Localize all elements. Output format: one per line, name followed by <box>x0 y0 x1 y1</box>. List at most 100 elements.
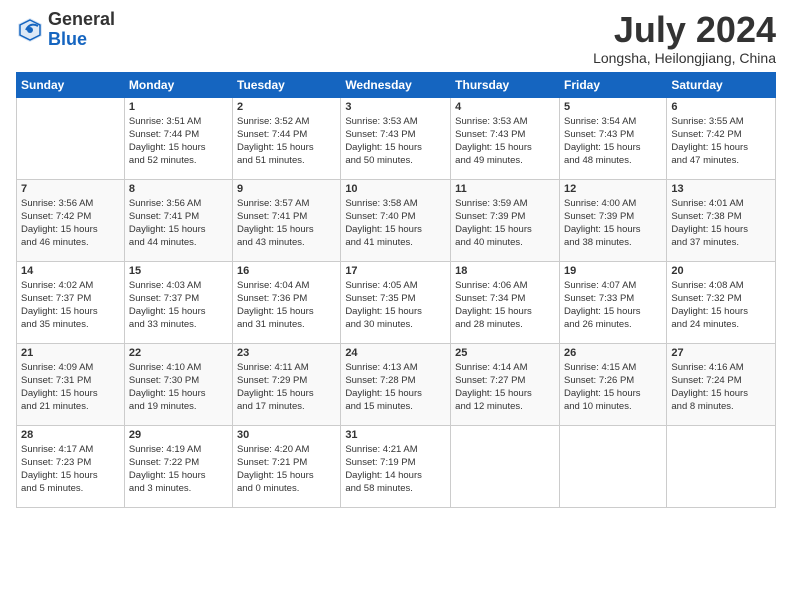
day-cell: 7 Sunrise: 3:56 AMSunset: 7:42 PMDaylight… <box>17 179 125 261</box>
day-number: 3 <box>345 101 446 113</box>
day-number: 24 <box>345 347 446 359</box>
day-cell: 25Sunrise: 4:14 AMSunset: 7:27 PMDayligh… <box>451 343 560 425</box>
day-number: 5 <box>564 101 662 113</box>
day-cell: 3 Sunrise: 3:53 AMSunset: 7:43 PMDaylight… <box>341 97 451 179</box>
cell-info: Sunrise: 4:19 AMSunset: 7:22 PMDaylight:… <box>129 443 228 496</box>
cell-info: Sunrise: 4:01 AMSunset: 7:38 PMDaylight:… <box>671 197 771 250</box>
header-cell-friday: Friday <box>559 72 666 97</box>
cell-info: Sunrise: 4:21 AMSunset: 7:19 PMDaylight:… <box>345 443 446 496</box>
week-row-5: 28 Sunrise: 4:17 AMSunset: 7:23 PMDayligh… <box>17 425 776 507</box>
cell-info: Sunrise: 4:09 AMSunset: 7:31 PMDaylight:… <box>21 361 120 414</box>
day-number: 28 <box>21 429 120 441</box>
day-number: 12 <box>564 183 662 195</box>
day-number: 2 <box>237 101 336 113</box>
day-cell: 23 Sunrise: 4:11 AMSunset: 7:29 PMDayligh… <box>233 343 341 425</box>
page: General Blue July 2024 Longsha, Heilongj… <box>0 0 792 612</box>
day-cell: 15 Sunrise: 4:03 AMSunset: 7:37 PMDayligh… <box>124 261 232 343</box>
day-number: 15 <box>129 265 228 277</box>
cell-info: Sunrise: 4:11 AMSunset: 7:29 PMDaylight:… <box>237 361 336 414</box>
day-cell <box>667 425 776 507</box>
day-number: 7 <box>21 183 120 195</box>
cell-info: Sunrise: 4:10 AMSunset: 7:30 PMDaylight:… <box>129 361 228 414</box>
cell-info: Sunrise: 4:00 AMSunset: 7:39 PMDaylight:… <box>564 197 662 250</box>
cell-info: Sunrise: 4:13 AMSunset: 7:28 PMDaylight:… <box>345 361 446 414</box>
cell-info: Sunrise: 4:15 AMSunset: 7:26 PMDaylight:… <box>564 361 662 414</box>
cell-info: Sunrise: 3:54 AMSunset: 7:43 PMDaylight:… <box>564 115 662 168</box>
cell-info: Sunrise: 3:59 AMSunset: 7:39 PMDaylight:… <box>455 197 555 250</box>
day-cell: 27Sunrise: 4:16 AMSunset: 7:24 PMDayligh… <box>667 343 776 425</box>
cell-info: Sunrise: 4:04 AMSunset: 7:36 PMDaylight:… <box>237 279 336 332</box>
day-cell: 19Sunrise: 4:07 AMSunset: 7:33 PMDayligh… <box>559 261 666 343</box>
day-number: 1 <box>129 101 228 113</box>
day-number: 23 <box>237 347 336 359</box>
day-number: 9 <box>237 183 336 195</box>
day-number: 8 <box>129 183 228 195</box>
day-cell: 28 Sunrise: 4:17 AMSunset: 7:23 PMDayligh… <box>17 425 125 507</box>
day-number: 13 <box>671 183 771 195</box>
day-number: 25 <box>455 347 555 359</box>
cell-info: Sunrise: 4:20 AMSunset: 7:21 PMDaylight:… <box>237 443 336 496</box>
week-row-3: 14Sunrise: 4:02 AMSunset: 7:37 PMDayligh… <box>17 261 776 343</box>
header-cell-monday: Monday <box>124 72 232 97</box>
header-cell-wednesday: Wednesday <box>341 72 451 97</box>
header-row: SundayMondayTuesdayWednesdayThursdayFrid… <box>17 72 776 97</box>
day-cell: 22 Sunrise: 4:10 AMSunset: 7:30 PMDayligh… <box>124 343 232 425</box>
header-cell-sunday: Sunday <box>17 72 125 97</box>
cell-info: Sunrise: 3:58 AMSunset: 7:40 PMDaylight:… <box>345 197 446 250</box>
cell-info: Sunrise: 4:06 AMSunset: 7:34 PMDaylight:… <box>455 279 555 332</box>
day-cell: 13 Sunrise: 4:01 AMSunset: 7:38 PMDayligh… <box>667 179 776 261</box>
day-cell: 18 Sunrise: 4:06 AMSunset: 7:34 PMDayligh… <box>451 261 560 343</box>
day-number: 16 <box>237 265 336 277</box>
cell-info: Sunrise: 3:52 AMSunset: 7:44 PMDaylight:… <box>237 115 336 168</box>
day-number: 26 <box>564 347 662 359</box>
title-block: July 2024 Longsha, Heilongjiang, China <box>593 10 776 66</box>
cell-info: Sunrise: 3:56 AMSunset: 7:42 PMDaylight:… <box>21 197 120 250</box>
day-number: 19 <box>564 265 662 277</box>
cell-info: Sunrise: 3:51 AMSunset: 7:44 PMDaylight:… <box>129 115 228 168</box>
cell-info: Sunrise: 4:02 AMSunset: 7:37 PMDaylight:… <box>21 279 120 332</box>
month-title: July 2024 <box>593 10 776 50</box>
day-cell <box>559 425 666 507</box>
cell-info: Sunrise: 4:05 AMSunset: 7:35 PMDaylight:… <box>345 279 446 332</box>
cell-info: Sunrise: 3:56 AMSunset: 7:41 PMDaylight:… <box>129 197 228 250</box>
day-cell: 12 Sunrise: 4:00 AMSunset: 7:39 PMDayligh… <box>559 179 666 261</box>
day-cell: 4 Sunrise: 3:53 AMSunset: 7:43 PMDaylight… <box>451 97 560 179</box>
cell-info: Sunrise: 4:16 AMSunset: 7:24 PMDaylight:… <box>671 361 771 414</box>
logo-general: General <box>48 9 115 29</box>
logo-blue: Blue <box>48 29 87 49</box>
day-cell: 26 Sunrise: 4:15 AMSunset: 7:26 PMDayligh… <box>559 343 666 425</box>
cell-info: Sunrise: 4:17 AMSunset: 7:23 PMDaylight:… <box>21 443 120 496</box>
day-cell <box>451 425 560 507</box>
logo-icon <box>16 16 44 44</box>
cell-info: Sunrise: 3:57 AMSunset: 7:41 PMDaylight:… <box>237 197 336 250</box>
cell-info: Sunrise: 4:03 AMSunset: 7:37 PMDaylight:… <box>129 279 228 332</box>
cell-info: Sunrise: 3:53 AMSunset: 7:43 PMDaylight:… <box>455 115 555 168</box>
day-cell: 14Sunrise: 4:02 AMSunset: 7:37 PMDayligh… <box>17 261 125 343</box>
day-number: 22 <box>129 347 228 359</box>
day-cell: 24 Sunrise: 4:13 AMSunset: 7:28 PMDayligh… <box>341 343 451 425</box>
day-number: 30 <box>237 429 336 441</box>
day-cell: 10Sunrise: 3:58 AMSunset: 7:40 PMDayligh… <box>341 179 451 261</box>
day-number: 4 <box>455 101 555 113</box>
day-cell: 1 Sunrise: 3:51 AMSunset: 7:44 PMDaylight… <box>124 97 232 179</box>
day-number: 18 <box>455 265 555 277</box>
day-cell: 17Sunrise: 4:05 AMSunset: 7:35 PMDayligh… <box>341 261 451 343</box>
day-cell: 20Sunrise: 4:08 AMSunset: 7:32 PMDayligh… <box>667 261 776 343</box>
logo-text: General Blue <box>48 10 115 50</box>
day-number: 20 <box>671 265 771 277</box>
day-number: 6 <box>671 101 771 113</box>
header-cell-tuesday: Tuesday <box>233 72 341 97</box>
day-number: 31 <box>345 429 446 441</box>
day-number: 11 <box>455 183 555 195</box>
header: General Blue July 2024 Longsha, Heilongj… <box>16 10 776 66</box>
day-number: 21 <box>21 347 120 359</box>
day-number: 29 <box>129 429 228 441</box>
day-cell <box>17 97 125 179</box>
day-cell: 8 Sunrise: 3:56 AMSunset: 7:41 PMDaylight… <box>124 179 232 261</box>
cell-info: Sunrise: 3:53 AMSunset: 7:43 PMDaylight:… <box>345 115 446 168</box>
day-cell: 31 Sunrise: 4:21 AMSunset: 7:19 PMDayligh… <box>341 425 451 507</box>
day-cell: 2 Sunrise: 3:52 AMSunset: 7:44 PMDaylight… <box>233 97 341 179</box>
day-cell: 16 Sunrise: 4:04 AMSunset: 7:36 PMDayligh… <box>233 261 341 343</box>
week-row-2: 7 Sunrise: 3:56 AMSunset: 7:42 PMDaylight… <box>17 179 776 261</box>
location: Longsha, Heilongjiang, China <box>593 50 776 66</box>
